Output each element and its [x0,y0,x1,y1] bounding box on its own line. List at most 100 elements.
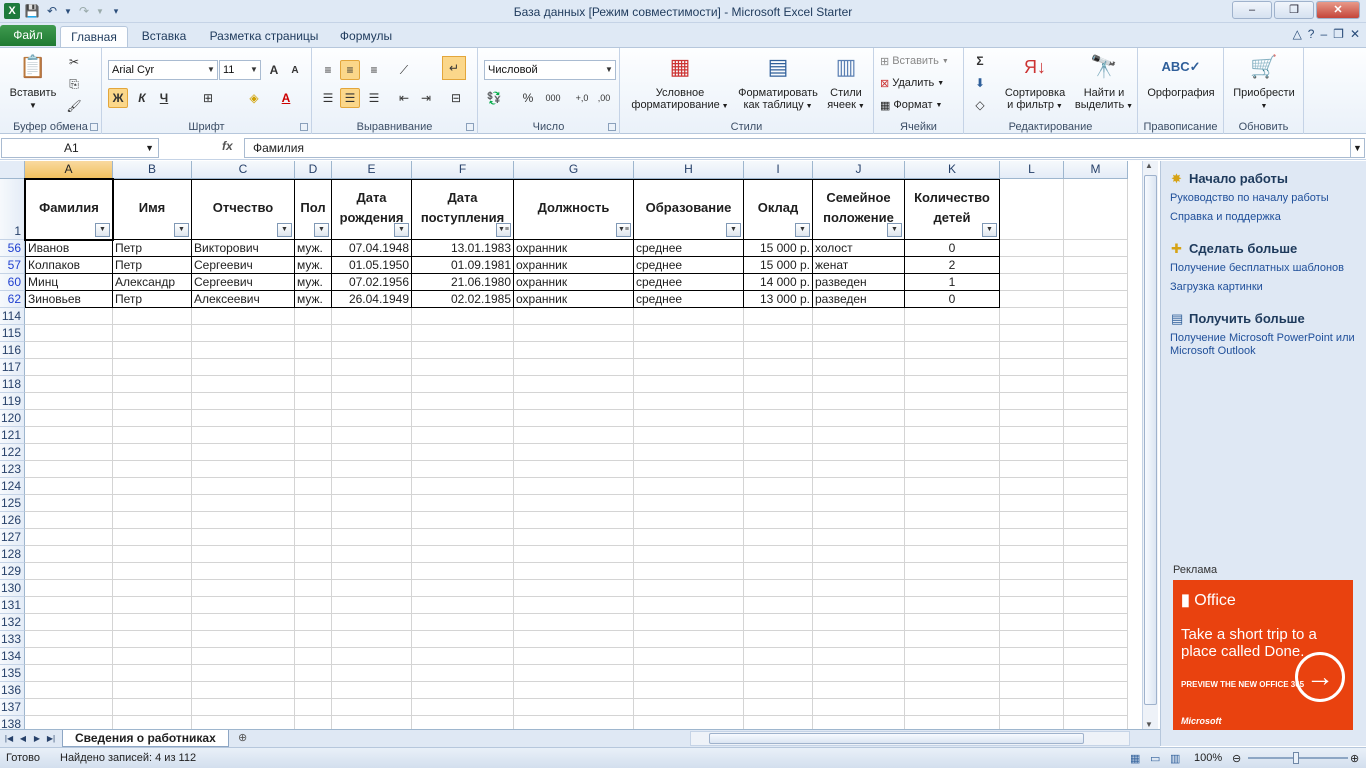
empty-row[interactable] [25,410,1128,427]
table-header-cell[interactable]: Фамилия ▼ [25,179,113,240]
table-cell[interactable]: разведен [813,274,905,291]
increase-decimal-button[interactable]: +,0 [572,88,592,108]
empty-row[interactable] [25,597,1128,614]
font-name-combo[interactable]: Arial Cyr ▼ [108,60,218,80]
filter-dropdown-icon[interactable]: ▼ [277,223,292,237]
scroll-down-icon[interactable]: ▼ [1145,720,1153,729]
empty-row[interactable] [25,308,1128,325]
table-cell[interactable]: среднее [634,240,744,257]
filter-dropdown-icon[interactable]: ▼ [982,223,997,237]
format-painter-icon[interactable]: 🖌 [64,96,84,116]
cell-styles-button[interactable]: ▥ Стили ячеек ▼ [822,51,870,113]
doc-minimize-icon[interactable]: – [1320,27,1327,41]
column-header[interactable]: L [1000,161,1064,179]
empty-cell[interactable] [1064,291,1128,308]
empty-cell[interactable] [1000,240,1064,257]
tp-link-getting-started-guide[interactable]: Руководство по началу работы [1170,192,1360,205]
zoom-level[interactable]: 100% [1194,752,1222,764]
font-name-dropdown-icon[interactable]: ▼ [205,61,217,79]
tab-home[interactable]: Главная [60,26,128,48]
number-launcher-icon[interactable] [608,123,616,131]
expand-formula-bar-icon[interactable]: ▼ [1350,138,1365,158]
row-header[interactable]: 125 [0,495,25,512]
align-left-icon[interactable]: ☰ [318,88,338,108]
minimize-ribbon-icon[interactable]: △ [1293,27,1302,41]
table-cell[interactable]: 07.04.1948 [332,240,412,257]
sort-filter-button[interactable]: Я↓ Сортировка и фильтр ▼ [1000,51,1070,113]
column-header[interactable]: H [634,161,744,179]
table-header-cell[interactable]: Отчество ▼ [192,179,295,240]
delete-cells-button[interactable]: ⊠ Удалить ▼ [880,73,944,93]
table-cell[interactable]: среднее [634,291,744,308]
tab-page-layout[interactable]: Разметка страницы [202,26,326,48]
table-cell[interactable]: Александр [113,274,192,291]
empty-row[interactable] [25,461,1128,478]
format-as-table-button[interactable]: ▤ Форматировать как таблицу ▼ [734,51,822,113]
currency-format-icon[interactable]: 💱 [484,88,504,108]
row-header[interactable]: 127 [0,529,25,546]
table-cell[interactable]: Петр [113,291,192,308]
minimize-button[interactable]: – [1232,1,1272,19]
row-header[interactable]: 126 [0,512,25,529]
clipboard-launcher-icon[interactable] [90,123,98,131]
empty-row[interactable] [25,376,1128,393]
filter-active-icon[interactable]: ▼≡ [616,223,631,237]
close-button[interactable]: ✕ [1316,1,1360,19]
table-cell[interactable]: среднее [634,257,744,274]
align-top-icon[interactable]: ≡ [318,60,338,80]
table-cell[interactable]: 13 000 р. [744,291,813,308]
table-cell[interactable]: Зиновьев [25,291,113,308]
scroll-up-icon[interactable]: ▲ [1145,161,1153,170]
table-cell[interactable]: холост [813,240,905,257]
empty-row[interactable] [25,512,1128,529]
empty-cell[interactable] [1000,179,1064,240]
row-header[interactable]: 122 [0,444,25,461]
table-cell[interactable]: Петр [113,257,192,274]
table-header-cell[interactable]: Дата поступления ▼≡ [412,179,514,240]
empty-row[interactable] [25,648,1128,665]
table-cell[interactable]: муж. [295,291,332,308]
empty-row[interactable] [25,342,1128,359]
zoom-in-icon[interactable]: ⊕ [1350,752,1359,765]
align-center-icon[interactable]: ☰ [340,88,360,108]
table-header-cell[interactable]: Образование ▼ [634,179,744,240]
tab-file[interactable]: Файл [0,25,56,46]
row-header[interactable]: 124 [0,478,25,495]
table-cell[interactable]: женат [813,257,905,274]
prev-sheet-icon[interactable]: ◀ [16,732,30,746]
table-cell[interactable]: 13.01.1983 [412,240,514,257]
column-header[interactable]: E [332,161,412,179]
filter-dropdown-icon[interactable]: ▼ [795,223,810,237]
table-cell[interactable]: муж. [295,274,332,291]
table-cell[interactable]: Викторович [192,240,295,257]
table-cell[interactable]: Сергеевич [192,257,295,274]
conditional-formatting-button[interactable]: ▦ Условное форматирование ▼ [626,51,734,113]
vertical-scrollbar[interactable]: ▲ ▼ [1142,161,1158,731]
table-cell[interactable]: охранник [514,274,634,291]
empty-row[interactable] [25,359,1128,376]
row-header[interactable]: 120 [0,410,25,427]
borders-icon[interactable]: ⊞ [198,88,218,108]
format-cells-button[interactable]: ▦ Формат ▼ [880,95,942,115]
comma-style-button[interactable]: 000 [540,88,566,108]
table-cell[interactable]: разведен [813,291,905,308]
column-header[interactable]: J [813,161,905,179]
table-cell[interactable]: 0 [905,291,1000,308]
upgrade-button[interactable]: 🛒 Приобрести ▼ [1228,51,1300,113]
row-header[interactable]: 62 [0,291,25,308]
table-cell[interactable]: 26.04.1949 [332,291,412,308]
empty-row[interactable] [25,444,1128,461]
empty-row[interactable] [25,529,1128,546]
table-cell[interactable]: охранник [514,257,634,274]
empty-row[interactable] [25,631,1128,648]
tp-link-powerpoint-outlook[interactable]: Получение Microsoft PowerPoint или Micro… [1170,332,1360,358]
column-header[interactable]: C [192,161,295,179]
underline-button[interactable]: Ч [154,88,174,108]
italic-button[interactable]: К [132,88,152,108]
alignment-launcher-icon[interactable] [466,123,474,131]
empty-cell[interactable] [1064,179,1128,240]
filter-dropdown-icon[interactable]: ▼ [394,223,409,237]
column-header[interactable]: D [295,161,332,179]
filter-active-icon[interactable]: ▼≡ [496,223,511,237]
table-cell[interactable]: Колпаков [25,257,113,274]
